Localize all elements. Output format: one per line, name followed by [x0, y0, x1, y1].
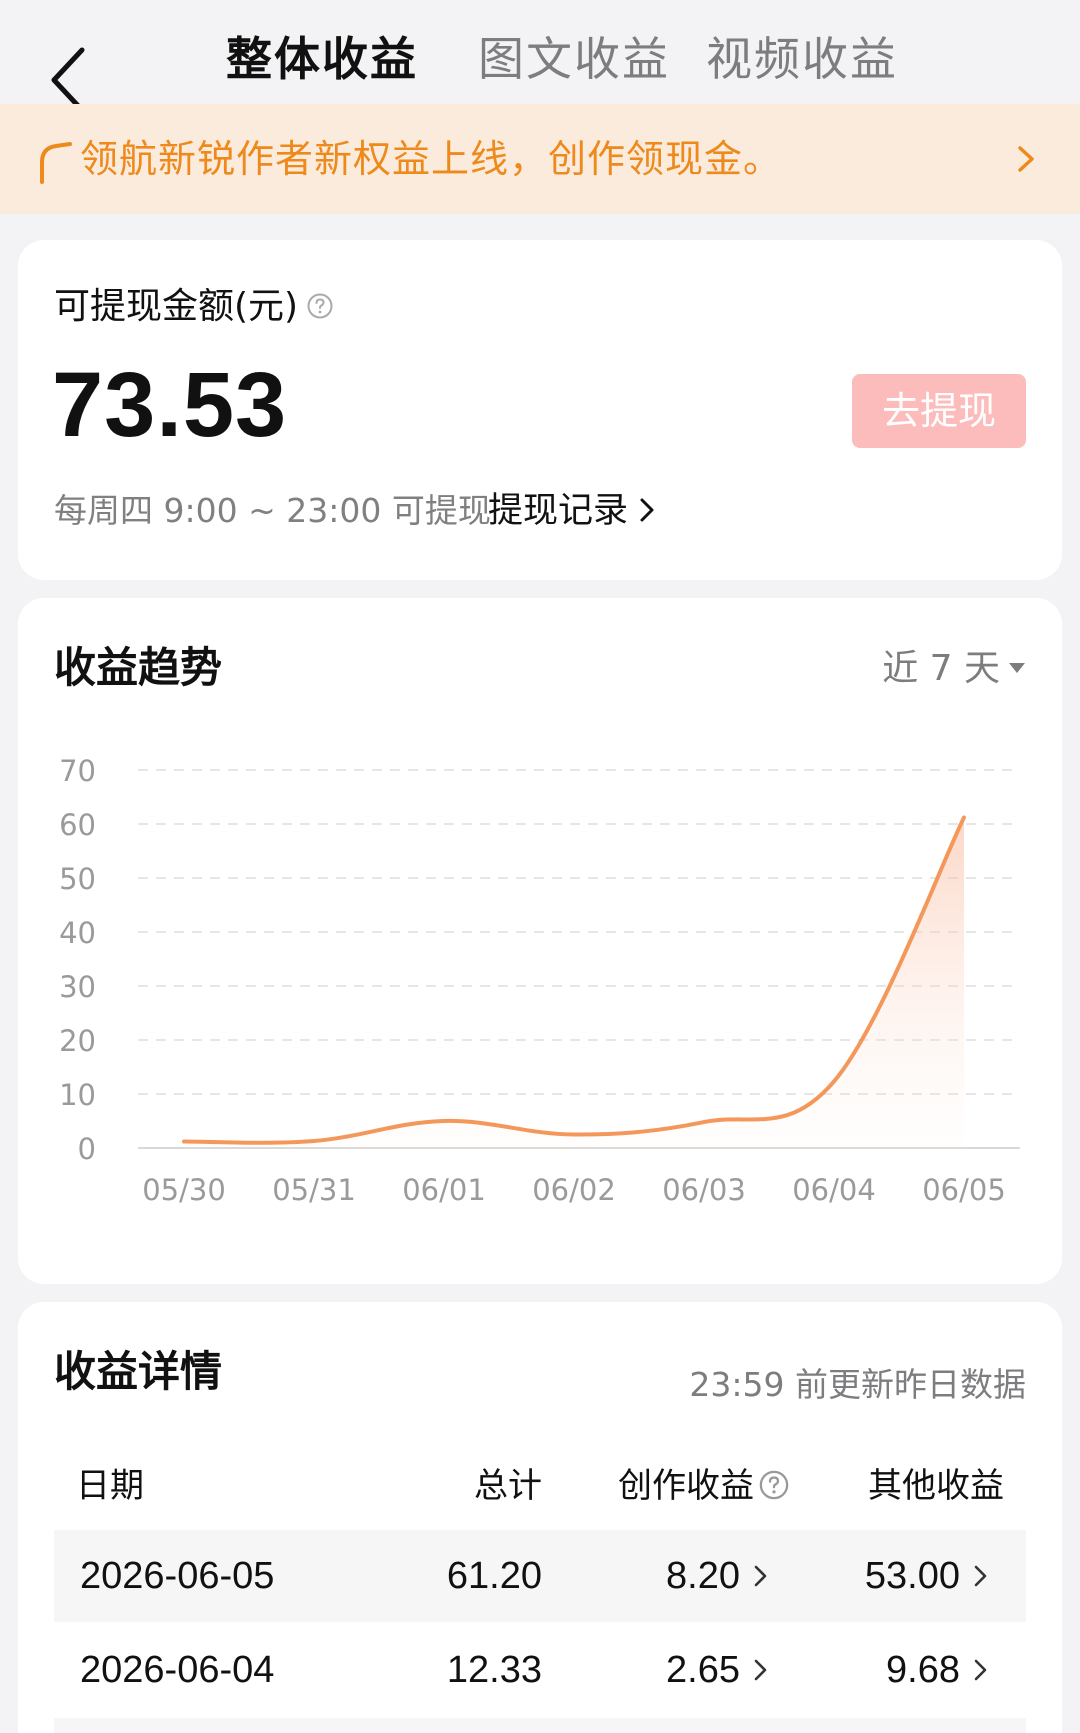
y-tick-label: 0 [78, 1132, 96, 1166]
y-tick-label: 40 [59, 916, 96, 950]
x-tick-label: 06/03 [662, 1173, 746, 1207]
tab-article-earnings[interactable]: 图文收益 [478, 24, 670, 94]
withdraw-button[interactable]: 去提现 [852, 374, 1026, 448]
detail-title: 收益详情 [54, 1347, 223, 1396]
detail-card: 收益详情 23:59 前更新昨日数据 日期 总计 创作收益 其他收益 2026-… [18, 1302, 1062, 1733]
withdrawable-label: 可提现金额(元) [54, 282, 334, 332]
row-other-link[interactable]: 9.68 [886, 1624, 990, 1716]
chevron-right-icon [754, 1659, 767, 1681]
chevron-right-icon [974, 1659, 987, 1681]
row-total: 12.33 [446, 1649, 542, 1691]
tab-bar: 整体收益 图文收益 视频收益 [0, 24, 1080, 94]
banner-text: 领航新锐作者新权益上线，创作领现金。 [80, 137, 783, 181]
top-nav: 整体收益 图文收益 视频收益 [0, 0, 1080, 113]
trend-card: 收益趋势 近 7 天 0 10 20 30 40 50 60 70 05/30 05/31 06/0… [18, 598, 1062, 1284]
col-date: 日期 [76, 1466, 144, 1506]
col-total: 总计 [474, 1466, 542, 1506]
withdraw-record-link[interactable]: 提现记录 [488, 486, 658, 536]
series-area [184, 817, 964, 1148]
table-row-partial [54, 1718, 1026, 1733]
x-tick-label: 06/02 [532, 1173, 616, 1207]
y-tick-label: 60 [59, 808, 96, 842]
promo-banner[interactable]: 领航新锐作者新权益上线，创作领现金。 [0, 104, 1080, 214]
table-row: 2026-06-05 61.20 8.20 53.00 [54, 1530, 1026, 1622]
chevron-right-icon [974, 1565, 987, 1587]
trend-title: 收益趋势 [54, 643, 223, 692]
announcement-icon [40, 142, 72, 184]
table-header: 日期 总计 创作收益 其他收益 [54, 1442, 1026, 1530]
question-circle-icon[interactable] [758, 1469, 790, 1501]
y-tick-label: 50 [59, 862, 96, 896]
x-tick-label: 05/31 [272, 1173, 356, 1207]
row-date: 2026-06-05 [80, 1555, 275, 1597]
tab-overall-earnings[interactable]: 整体收益 [226, 24, 418, 94]
earnings-page: 整体收益 图文收益 视频收益 领航新锐作者新权益上线，创作领现金。 可提现金额(… [0, 0, 1080, 1733]
chevron-right-icon [640, 498, 654, 522]
earnings-trend-chart: 0 10 20 30 40 50 60 70 05/30 05/31 06/01 06/02 06/03… [59, 754, 1020, 1207]
x-tick-label: 06/05 [922, 1173, 1006, 1207]
row-creation-link[interactable]: 8.20 [666, 1530, 770, 1622]
balance-card: 可提现金额(元) 73.53 去提现 每周四 9:00 ~ 23:00 可提现 … [18, 240, 1062, 580]
question-circle-icon[interactable] [306, 292, 334, 320]
row-date: 2026-06-04 [80, 1649, 275, 1691]
y-tick-label: 10 [59, 1078, 96, 1112]
y-tick-label: 70 [59, 754, 96, 788]
chevron-right-icon [1018, 146, 1034, 172]
x-tick-label: 05/30 [142, 1173, 226, 1207]
caret-down-icon [1009, 663, 1025, 673]
col-other: 其他收益 [868, 1466, 1004, 1506]
y-tick-label: 30 [59, 970, 96, 1004]
row-other-link[interactable]: 53.00 [865, 1530, 990, 1622]
earnings-table: 日期 总计 创作收益 其他收益 2026-06-05 61.20 8.20 53… [54, 1442, 1026, 1733]
row-creation-link[interactable]: 2.65 [666, 1624, 770, 1716]
x-tick-label: 06/04 [792, 1173, 876, 1207]
range-dropdown[interactable]: 近 7 天 [882, 644, 1026, 694]
withdrawable-amount: 73.53 [52, 354, 288, 456]
col-creation: 创作收益 [618, 1442, 790, 1530]
update-note: 23:59 前更新昨日数据 [689, 1365, 1026, 1404]
tab-video-earnings[interactable]: 视频收益 [706, 24, 898, 94]
y-tick-label: 20 [59, 1024, 96, 1058]
x-tick-label: 06/01 [402, 1173, 486, 1207]
row-total: 61.20 [446, 1555, 542, 1597]
withdraw-time-note: 每周四 9:00 ~ 23:00 可提现 [54, 491, 491, 530]
chevron-right-icon [754, 1565, 767, 1587]
table-row: 2026-06-04 12.33 2.65 9.68 [54, 1624, 1026, 1716]
